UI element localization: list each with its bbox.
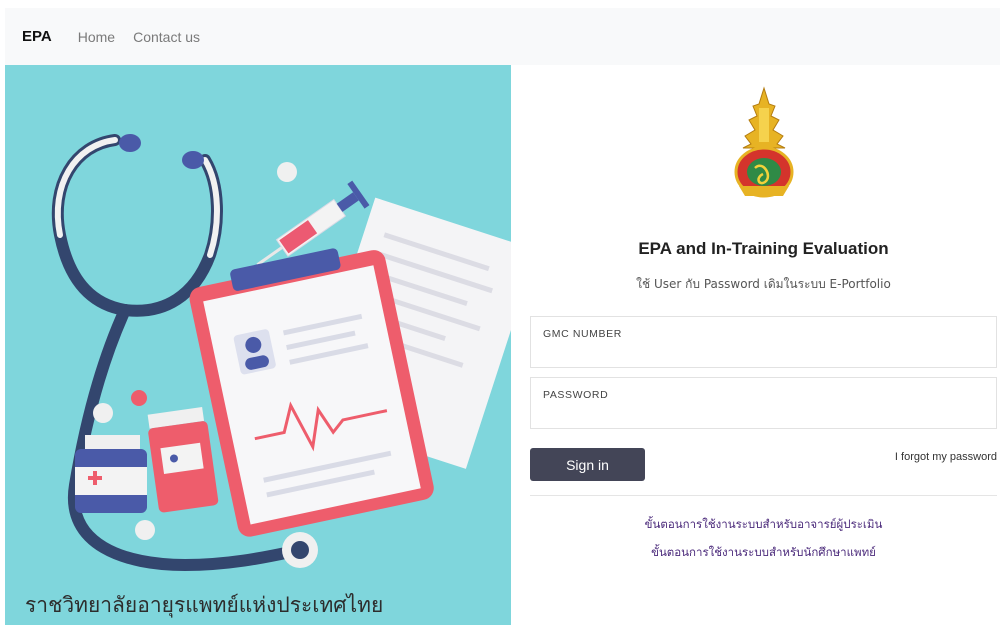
sign-in-button[interactable]: Sign in bbox=[530, 448, 645, 481]
medicine-bottle-icon bbox=[75, 435, 147, 513]
page-subtitle: ใช้ User กับ Password เดิมในระบบ E-Portf… bbox=[636, 277, 891, 291]
nav-contact-link[interactable]: Contact us bbox=[133, 29, 200, 45]
divider bbox=[530, 495, 997, 496]
guide-link-assessor[interactable]: ขั้นตอนการใช้งานระบบสำหรับอาจารย์ผู้ประเ… bbox=[530, 516, 997, 534]
brand-link[interactable]: EPA bbox=[22, 28, 52, 45]
password-label: PASSWORD bbox=[543, 389, 609, 401]
page-title: EPA and In-Training Evaluation bbox=[638, 239, 889, 258]
top-navbar: EPA Home Contact us bbox=[5, 8, 1000, 65]
gmc-number-field[interactable]: GMC NUMBER bbox=[530, 316, 997, 368]
forgot-password-link[interactable]: I forgot my password bbox=[895, 451, 997, 463]
hero-caption: ราชวิทยาลัยอายุรแพทย์แห่งประเทศไทย bbox=[25, 593, 384, 617]
college-emblem-icon bbox=[734, 86, 794, 198]
guide-link-student[interactable]: ขั้นตอนการใช้งานระบบสำหรับนักศึกษาแพทย์ bbox=[530, 544, 997, 562]
hero-illustration: ราชวิทยาลัยอายุรแพทย์แห่งประเทศไทย bbox=[5, 65, 511, 625]
password-field[interactable]: PASSWORD bbox=[530, 377, 997, 429]
pill-icon bbox=[131, 390, 147, 406]
gmc-number-label: GMC NUMBER bbox=[543, 328, 622, 340]
nav-home-link[interactable]: Home bbox=[78, 29, 115, 45]
password-input[interactable] bbox=[541, 404, 985, 424]
medical-illustration bbox=[51, 134, 511, 572]
gmc-number-input[interactable] bbox=[541, 343, 985, 363]
